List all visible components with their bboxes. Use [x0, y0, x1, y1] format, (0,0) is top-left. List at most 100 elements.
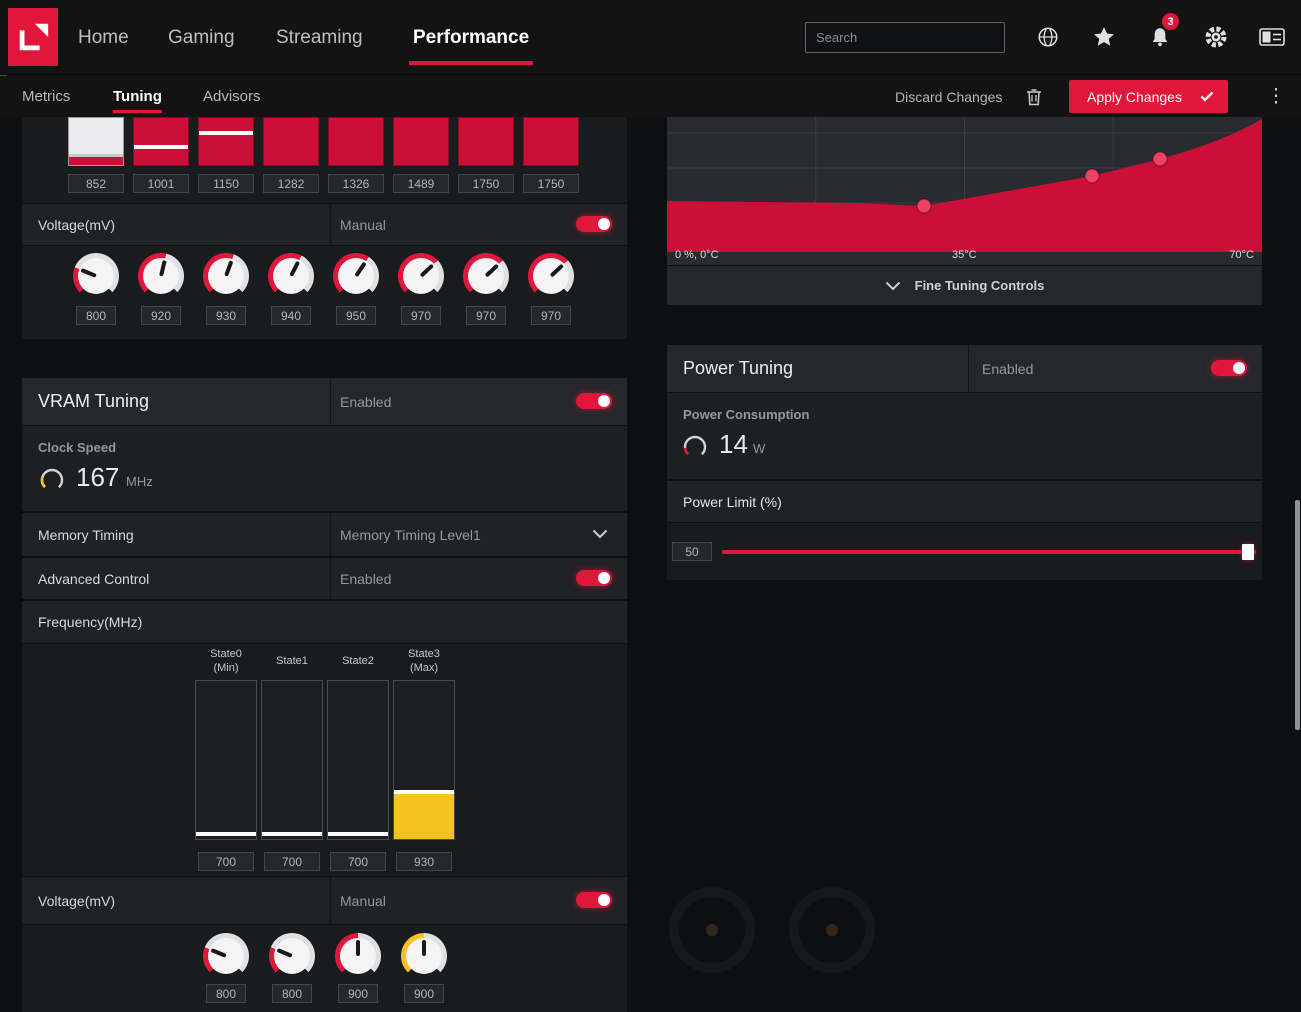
gpu-voltage-value-4[interactable]: 950	[336, 306, 376, 325]
gpu-freq-slider-state4[interactable]	[328, 117, 384, 166]
search-input[interactable]	[806, 30, 1002, 45]
discard-changes-button[interactable]: Discard Changes	[895, 76, 1002, 117]
slider-handle	[134, 145, 188, 149]
gpu-freq-slider-state5[interactable]	[393, 117, 449, 166]
gpu-voltage-value-1[interactable]: 920	[141, 306, 181, 325]
gpu-freq-value-1[interactable]: 1001	[133, 174, 189, 193]
gpu-voltage-knob-7[interactable]	[528, 253, 574, 299]
gpu-voltage-value-7[interactable]: 970	[531, 306, 571, 325]
fine-tuning-controls-toggle[interactable]: Fine Tuning Controls	[667, 266, 1262, 305]
advanced-control-row: Advanced Control Enabled	[22, 558, 627, 599]
gpu-freq-value-0[interactable]: 852	[68, 174, 124, 193]
vram-voltage-knob-1[interactable]	[269, 933, 315, 979]
background-fan-hub	[706, 924, 718, 936]
advanced-control-toggle[interactable]	[576, 570, 612, 586]
tab-gaming[interactable]: Gaming	[168, 0, 235, 75]
vram-enabled-toggle[interactable]	[576, 393, 612, 409]
state1-line1: State1	[276, 655, 308, 667]
vram-voltage-manual-toggle[interactable]	[576, 892, 612, 908]
advanced-control-label: Advanced Control	[38, 570, 150, 587]
subtab-tuning[interactable]: Tuning	[113, 76, 162, 117]
favorites-icon[interactable]	[1090, 23, 1118, 51]
gpu-voltage-knobs-block: 800 920 930 940 950 970 970 970	[22, 246, 627, 339]
subtab-metrics[interactable]: Metrics	[22, 76, 70, 117]
gpu-voltage-knob-5[interactable]	[398, 253, 444, 299]
vram-freq-slider-state0[interactable]	[195, 680, 257, 840]
gpu-voltage-value-6[interactable]: 970	[466, 306, 506, 325]
subtab-advisors[interactable]: Advisors	[203, 76, 261, 117]
vram-voltage-knob-2[interactable]	[335, 933, 381, 979]
gpu-voltage-manual-toggle[interactable]	[576, 216, 612, 232]
tab-streaming[interactable]: Streaming	[276, 0, 363, 75]
power-limit-slider-handle[interactable]	[1242, 544, 1254, 560]
vram-freq-value-2[interactable]: 700	[330, 852, 386, 871]
fan-curve-point[interactable]	[916, 198, 932, 214]
gpu-freq-slider-state3[interactable]	[263, 117, 319, 166]
power-limit-value[interactable]: 50	[672, 542, 712, 561]
vram-voltage-knob-0[interactable]	[203, 933, 249, 979]
vram-frequency-label: Frequency(MHz)	[38, 614, 143, 630]
gpu-voltage-knob-4[interactable]	[333, 253, 379, 299]
gpu-voltage-mode: Manual	[340, 216, 386, 233]
top-navigation-bar: Home Gaming Streaming Performance Search…	[0, 0, 1301, 75]
gpu-freq-slider-state1[interactable]	[133, 117, 189, 166]
vram-voltage-knob-3[interactable]	[401, 933, 447, 979]
slider-fill	[394, 794, 454, 839]
amd-logo[interactable]	[8, 8, 58, 66]
vram-tuning-header: VRAM Tuning Enabled	[22, 378, 627, 425]
gpu-freq-value-4[interactable]: 1326	[328, 174, 384, 193]
tab-home[interactable]: Home	[78, 0, 129, 75]
gpu-freq-value-7[interactable]: 1750	[523, 174, 579, 193]
scrollbar-thumb[interactable]	[1295, 500, 1300, 730]
gpu-voltage-knob-1[interactable]	[138, 253, 184, 299]
state0-line2: (Min)	[213, 662, 239, 674]
vram-voltage-value-0[interactable]: 800	[206, 984, 246, 1003]
vram-freq-slider-state2[interactable]	[327, 680, 389, 840]
vram-voltage-knobs-block: 800 800 900 900	[22, 925, 627, 1012]
power-limit-slider-track[interactable]	[722, 550, 1256, 554]
fan-curve-point[interactable]	[1152, 151, 1168, 167]
trash-icon[interactable]	[1020, 84, 1048, 110]
gpu-freq-value-3[interactable]: 1282	[263, 174, 319, 193]
vram-freq-slider-state1[interactable]	[261, 680, 323, 840]
gpu-voltage-value-5[interactable]: 970	[401, 306, 441, 325]
gpu-voltage-label: Voltage(mV)	[38, 216, 116, 233]
overlay-panel-icon[interactable]	[1258, 23, 1286, 51]
more-options-icon[interactable]: ⋮	[1264, 76, 1288, 117]
web-browser-icon[interactable]	[1034, 23, 1062, 51]
gpu-voltage-knob-0[interactable]	[73, 253, 119, 299]
vram-freq-slider-state3[interactable]	[393, 680, 455, 840]
gpu-voltage-knob-6[interactable]	[463, 253, 509, 299]
gpu-voltage-value-2[interactable]: 930	[206, 306, 246, 325]
apply-changes-button[interactable]: Apply Changes	[1069, 80, 1228, 113]
search-box	[805, 22, 1005, 53]
gpu-freq-value-5[interactable]: 1489	[393, 174, 449, 193]
chevron-down-icon[interactable]	[592, 529, 608, 539]
divider	[330, 204, 331, 245]
gpu-freq-value-6[interactable]: 1750	[458, 174, 514, 193]
state0-header: State0 (Min)	[196, 647, 256, 675]
gpu-freq-slider-state0[interactable]	[68, 117, 124, 166]
vram-voltage-value-1[interactable]: 800	[272, 984, 312, 1003]
trash-glyph	[1027, 89, 1041, 106]
gpu-voltage-knob-2[interactable]	[203, 253, 249, 299]
vram-freq-value-1[interactable]: 700	[264, 852, 320, 871]
gpu-freq-slider-state6[interactable]	[458, 117, 514, 166]
fan-curve-point[interactable]	[1084, 168, 1100, 184]
vram-freq-value-3[interactable]: 930	[396, 852, 452, 871]
memory-timing-row[interactable]: Memory Timing Memory Timing Level1	[22, 513, 627, 556]
knob-face	[274, 938, 310, 974]
slider-fill	[69, 157, 123, 165]
gpu-voltage-value-0[interactable]: 800	[76, 306, 116, 325]
tab-performance[interactable]: Performance	[408, 0, 534, 75]
settings-icon[interactable]	[1202, 23, 1230, 51]
gpu-voltage-knob-3[interactable]	[268, 253, 314, 299]
gpu-freq-slider-state2[interactable]	[198, 117, 254, 166]
gpu-freq-value-2[interactable]: 1150	[198, 174, 254, 193]
vram-voltage-value-3[interactable]: 900	[404, 984, 444, 1003]
vram-freq-value-0[interactable]: 700	[198, 852, 254, 871]
vram-voltage-value-2[interactable]: 900	[338, 984, 378, 1003]
gpu-freq-slider-state7[interactable]	[523, 117, 579, 166]
gpu-voltage-value-3[interactable]: 940	[271, 306, 311, 325]
power-enabled-toggle[interactable]	[1211, 360, 1247, 376]
